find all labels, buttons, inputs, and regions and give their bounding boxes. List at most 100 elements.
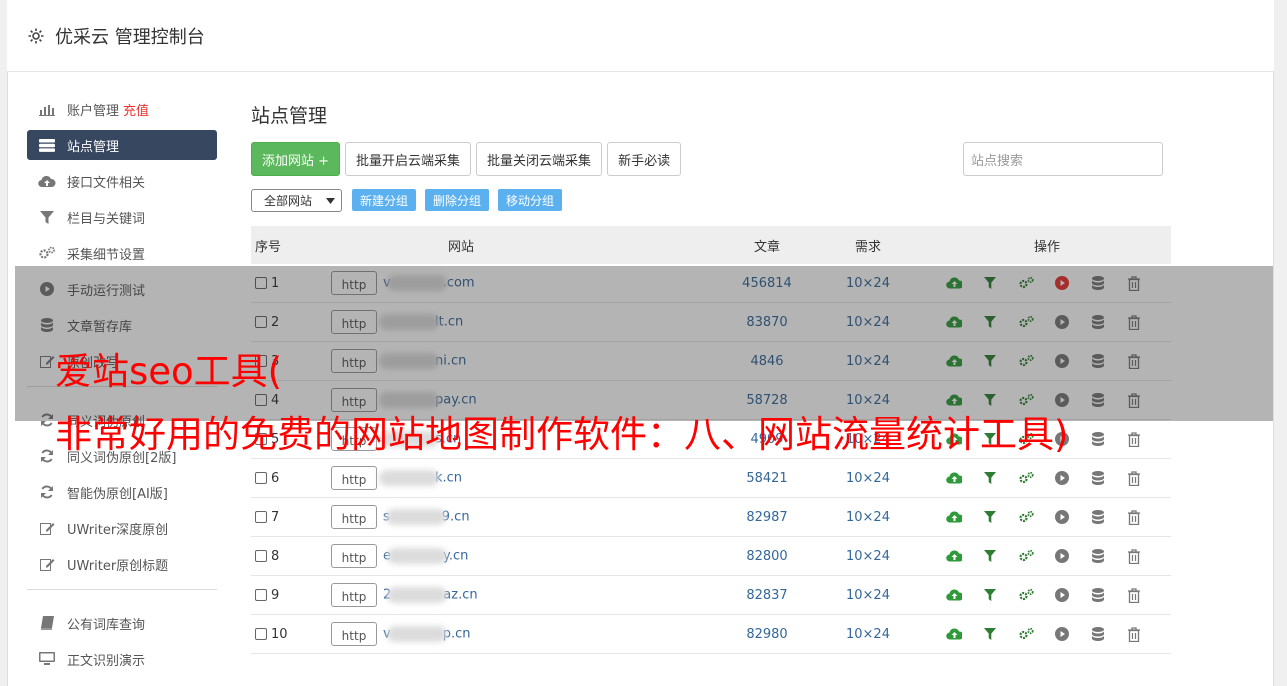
gear-icon[interactable]	[27, 27, 45, 45]
database-icon[interactable]	[1089, 430, 1107, 448]
recharge-link[interactable]: 充值	[123, 100, 149, 119]
trash-icon[interactable]	[1125, 469, 1143, 487]
sidebar-item-uwriter-title[interactable]: UWriter原创标题	[27, 549, 217, 579]
article-count-link[interactable]: 58421	[721, 471, 813, 486]
sidebar-item-account[interactable]: 账户管理 充值	[27, 94, 217, 124]
cloud-upload-icon[interactable]	[945, 469, 963, 487]
gears-icon[interactable]	[1017, 547, 1035, 565]
sidebar-item-public-thesaurus[interactable]: 公有词库查询	[27, 608, 217, 638]
row-checkbox[interactable]	[255, 511, 267, 523]
protocol-badge[interactable]: http	[331, 583, 377, 607]
filter-icon[interactable]	[981, 508, 999, 526]
app-header: 优采云 管理控制台	[7, 0, 1274, 72]
article-count-link[interactable]: 82980	[721, 627, 813, 642]
sidebar-item-sites[interactable]: 站点管理	[27, 130, 217, 160]
site-domain-link[interactable]: vp.cn	[381, 626, 470, 642]
database-icon[interactable]	[1089, 586, 1107, 604]
delete-group-button[interactable]: 删除分组	[425, 189, 490, 211]
database-icon[interactable]	[1089, 547, 1107, 565]
filter-icon[interactable]	[981, 469, 999, 487]
edit-icon	[38, 521, 56, 535]
sidebar-item-uwriter-deep[interactable]: UWriter深度原创	[27, 513, 217, 543]
article-count-link[interactable]: 82987	[721, 510, 813, 525]
demand-link[interactable]: 10×24	[813, 510, 923, 525]
gears-icon[interactable]	[1017, 586, 1035, 604]
row-number-cell: 6	[251, 471, 321, 486]
sidebar-item-text-recognition[interactable]: 正文识别演示	[27, 644, 217, 674]
server-icon	[38, 138, 56, 152]
site-domain-link[interactable]: k.cn	[379, 470, 462, 486]
demand-link[interactable]: 10×24	[813, 549, 923, 564]
table-row: 9http2az.cn8283710×24	[251, 576, 1171, 615]
header-site: 网站	[447, 239, 474, 255]
ops-cell	[923, 469, 1171, 487]
table-header: 序号 网站 文章 需求 操作	[251, 226, 1171, 264]
filter-icon[interactable]	[981, 547, 999, 565]
trash-icon[interactable]	[1125, 430, 1143, 448]
article-count-link[interactable]: 82800	[721, 549, 813, 564]
trash-icon[interactable]	[1125, 547, 1143, 565]
cloud-upload-icon[interactable]	[945, 586, 963, 604]
sidebar-item-label: 账户管理	[67, 103, 120, 119]
play-circle-icon[interactable]	[1053, 586, 1071, 604]
group-select[interactable]: 全部网站	[251, 188, 342, 212]
add-site-button[interactable]: 添加网站 +	[251, 142, 341, 176]
sidebar-item-label: UWriter深度原创	[67, 522, 169, 538]
protocol-badge[interactable]: http	[331, 544, 377, 568]
protocol-badge[interactable]: http	[331, 622, 377, 646]
site-domain-link[interactable]: s9.cn	[381, 509, 470, 525]
new-group-button[interactable]: 新建分组	[352, 189, 417, 211]
cloud-upload-icon[interactable]	[945, 625, 963, 643]
site-search-input[interactable]: 站点搜索	[963, 142, 1163, 176]
domain-suffix: 9.cn	[441, 509, 470, 525]
article-count-link[interactable]: 82837	[721, 588, 813, 603]
gears-icon[interactable]	[1017, 625, 1035, 643]
overlay-title-line2: 非常好用的免费的网站地图制作软件：八、网站流量统计工具)	[55, 413, 1069, 456]
sidebar-item-ai-rewrite[interactable]: 智能伪原创[AI版]	[27, 477, 217, 507]
demand-link[interactable]: 10×24	[813, 588, 923, 603]
row-checkbox[interactable]	[255, 628, 267, 640]
row-checkbox[interactable]	[255, 589, 267, 601]
sidebar-item-collect-settings[interactable]: 采集细节设置	[27, 238, 217, 268]
batch-close-cloud-button[interactable]: 批量关闭云端采集	[476, 142, 603, 176]
row-checkbox[interactable]	[255, 550, 267, 562]
ops-cell	[923, 508, 1171, 526]
header-ops: 操作	[1033, 239, 1060, 255]
row-number: 6	[271, 470, 280, 486]
play-circle-icon[interactable]	[1053, 625, 1071, 643]
site-domain-link[interactable]: ey.cn	[381, 548, 468, 564]
protocol-badge[interactable]: http	[331, 505, 377, 529]
demand-link[interactable]: 10×24	[813, 627, 923, 642]
filter-icon[interactable]	[981, 625, 999, 643]
gears-icon[interactable]	[1017, 508, 1035, 526]
database-icon[interactable]	[1089, 469, 1107, 487]
filter-icon[interactable]	[981, 586, 999, 604]
site-domain-link[interactable]: 2az.cn	[381, 587, 478, 603]
sidebar-item-label: 正文识别演示	[67, 653, 146, 669]
play-circle-icon[interactable]	[1053, 508, 1071, 526]
filter-icon	[38, 210, 56, 224]
database-icon[interactable]	[1089, 625, 1107, 643]
cloud-upload-icon[interactable]	[945, 547, 963, 565]
gears-icon[interactable]	[1017, 469, 1035, 487]
move-group-button[interactable]: 移动分组	[498, 189, 563, 211]
play-circle-icon[interactable]	[1053, 547, 1071, 565]
app-title: 优采云 管理控制台	[55, 26, 205, 48]
guide-button[interactable]: 新手必读	[607, 142, 682, 176]
header-demand: 需求	[854, 239, 881, 255]
domain-blur-mask	[387, 548, 447, 564]
sidebar-item-label: 采集细节设置	[67, 247, 146, 263]
play-circle-icon[interactable]	[1053, 469, 1071, 487]
trash-icon[interactable]	[1125, 508, 1143, 526]
domain-suffix: p.cn	[442, 626, 471, 642]
row-checkbox[interactable]	[255, 472, 267, 484]
sidebar-item-interface-files[interactable]: 接口文件相关	[27, 166, 217, 196]
sidebar-item-columns-keywords[interactable]: 栏目与关键词	[27, 202, 217, 232]
trash-icon[interactable]	[1125, 586, 1143, 604]
batch-open-cloud-button[interactable]: 批量开启云端采集	[345, 142, 472, 176]
protocol-badge[interactable]: http	[331, 466, 377, 490]
database-icon[interactable]	[1089, 508, 1107, 526]
demand-link[interactable]: 10×24	[813, 471, 923, 486]
trash-icon[interactable]	[1125, 625, 1143, 643]
cloud-upload-icon[interactable]	[945, 508, 963, 526]
